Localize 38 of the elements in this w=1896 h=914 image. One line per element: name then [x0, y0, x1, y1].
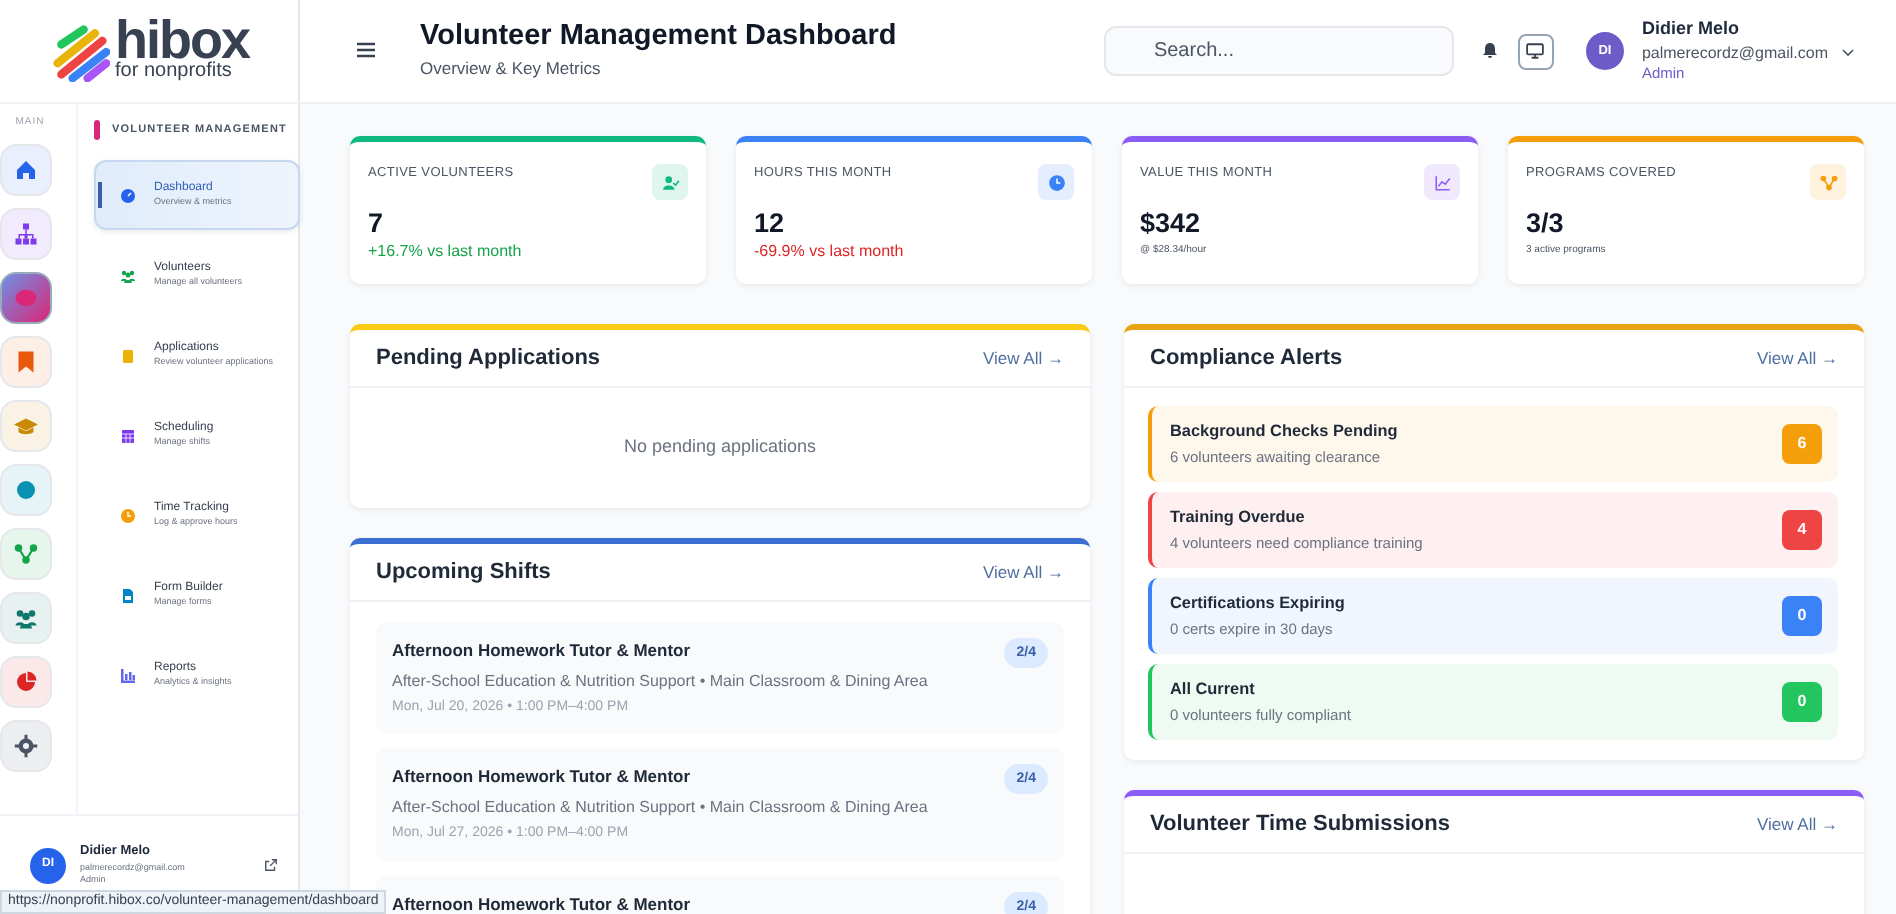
logo-name: hibox: [115, 19, 249, 63]
monitor-icon: [1526, 42, 1545, 60]
panel-title: Compliance Alerts: [1150, 343, 1343, 374]
menu-icon: [354, 38, 378, 63]
view-all-link[interactable]: View All →: [1757, 345, 1838, 371]
count-badge: 0: [1782, 682, 1822, 722]
page-subtitle: Overview & Key Metrics: [420, 55, 603, 82]
user-email: palmerecordz@gmail.com: [1641, 41, 1828, 65]
bell-icon: [1481, 42, 1498, 59]
empty-message: No pending applications: [623, 434, 817, 461]
panel-title: Upcoming Shifts: [376, 557, 551, 588]
view-all-link[interactable]: View All →: [983, 345, 1064, 371]
panel-title: Volunteer Time Submissions: [1150, 809, 1450, 840]
chevron-down-icon: [1840, 43, 1856, 59]
view-all-link[interactable]: View All →: [983, 559, 1064, 585]
view-all-link[interactable]: View All →: [1757, 811, 1838, 837]
person-check-icon: [661, 173, 679, 191]
stat-trend: +16.7% vs last month: [368, 240, 524, 265]
line-chart-icon: [1433, 173, 1451, 191]
stat-value: $342: [1140, 208, 1203, 241]
network-icon: [1819, 173, 1837, 191]
count-badge: 0: [1782, 596, 1822, 636]
page-title: Volunteer Management Dashboard: [420, 20, 897, 56]
logo-tagline: for nonprofits: [115, 62, 232, 83]
stat-value: 3/3: [1526, 208, 1566, 241]
rail-nav-button[interactable]: [0, 271, 52, 323]
display-button[interactable]: [1517, 33, 1554, 69]
stat-value: 7: [368, 208, 386, 241]
external-link-icon: [264, 858, 278, 872]
panel-title: Pending Applications: [376, 343, 601, 374]
count-badge: 4: [1782, 510, 1822, 550]
user-name: Didier Melo: [1641, 18, 1741, 42]
clock-icon: [1047, 173, 1065, 191]
search-field[interactable]: Search...: [1103, 26, 1454, 76]
count-badge: 6: [1782, 424, 1822, 464]
logo-stripes-icon: [49, 21, 109, 81]
stat-trend: -69.9% vs last month: [754, 240, 906, 265]
stat-value: 12: [754, 208, 787, 241]
